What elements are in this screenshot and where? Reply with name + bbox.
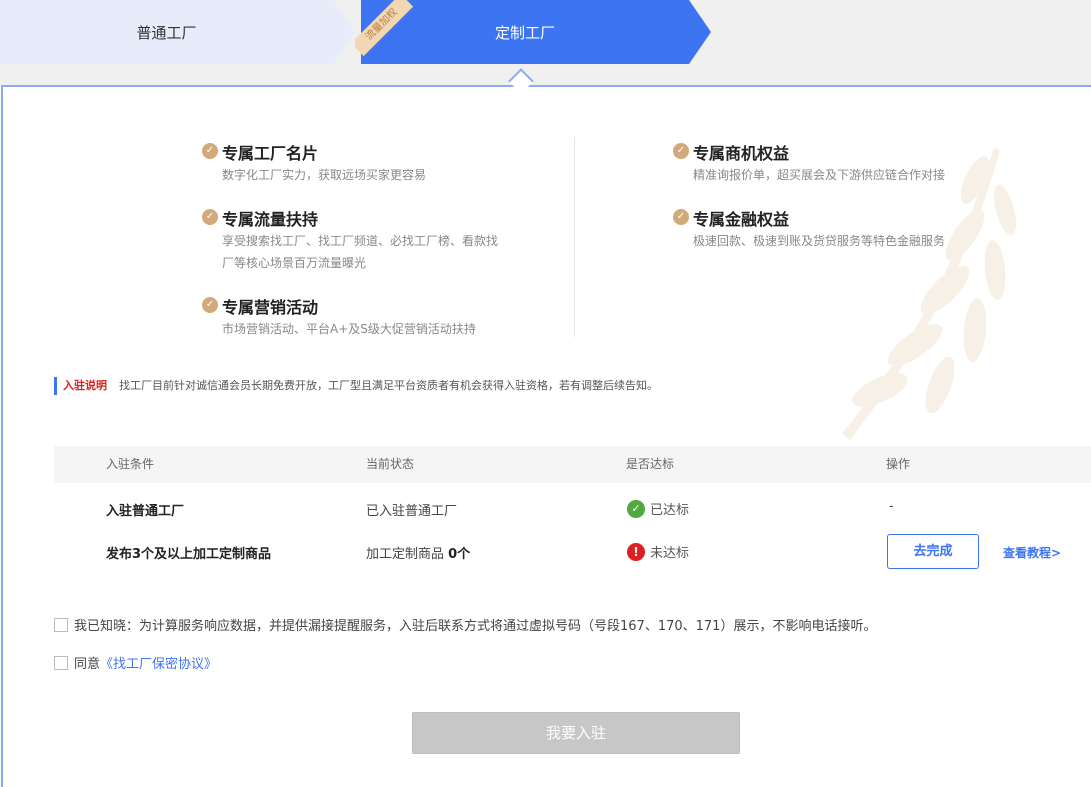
- tab-bar: 普通工厂 定制工厂 流量加权: [0, 0, 1091, 86]
- benefit-desc: 市场营销活动、平台A+及S级大促营销活动扶持: [222, 322, 476, 336]
- view-tutorial-link[interactable]: 查看教程>: [1003, 544, 1061, 561]
- benefit-desc: 数字化工厂实力，获取远场买家更容易: [222, 168, 427, 182]
- tab-normal-factory[interactable]: 普通工厂: [0, 0, 355, 64]
- entry-notice: 入驻说明 找工厂目前针对诚信通会员长期免费开放，工厂型且满足平台资质者有机会获得入…: [54, 377, 658, 395]
- benefit-title: 专属金融权益: [693, 210, 790, 229]
- benefit-desc: 极速回款、极速到账及货贷服务等特色金融服务: [693, 234, 946, 248]
- benefit-desc-line: 厂等核心场景百万流量曝光: [222, 256, 367, 270]
- benefit-title: 专属商机权益: [693, 144, 790, 163]
- confidentiality-agreement-link[interactable]: 《找工厂保密协议》: [100, 653, 217, 672]
- tab-custom-factory-label: 定制工厂: [494, 23, 555, 42]
- join-button[interactable]: 我要入驻: [412, 712, 740, 754]
- go-complete-button[interactable]: 去完成: [887, 534, 979, 569]
- tab-custom-factory[interactable]: 定制工厂: [361, 0, 711, 64]
- column-header-action: 操作: [886, 457, 911, 471]
- laurel-watermark-icon: [842, 148, 1016, 440]
- result-label: 未达标: [650, 546, 690, 561]
- check-icon: ✓: [673, 209, 689, 225]
- check-icon: ✓: [202, 143, 218, 159]
- benefit-desc-line: 享受搜索找工厂、找工厂频道、必找工厂榜、看款找: [222, 234, 499, 248]
- condition-cell: 发布3个及以上加工定制商品: [106, 547, 272, 562]
- status-count: 0个: [448, 547, 471, 562]
- check-icon: ✓: [673, 143, 689, 159]
- benefit-desc: 享受搜索找工厂、找工厂频道、必找工厂榜、看款找 厂等核心场景百万流量曝光: [222, 230, 498, 274]
- benefit-desc: 精准询报价单，超买展会及下游供应链合作对接: [693, 168, 946, 182]
- acknowledge-row: 我已知晓：为计算服务响应数据，并提供漏接提醒服务，入驻后联系方式将通过虚拟号码（…: [54, 615, 876, 634]
- result-cell: ! 未达标: [627, 542, 689, 561]
- condition-cell: 入驻普通工厂: [106, 504, 185, 519]
- benefit-title: 专属营销活动: [222, 298, 319, 317]
- result-label: 已达标: [650, 503, 690, 518]
- status-cell: 加工定制商品 0个: [366, 543, 470, 562]
- check-icon: ✓: [202, 209, 218, 225]
- benefits-divider: [574, 137, 575, 337]
- column-header-status: 当前状态: [366, 457, 415, 471]
- agreement-prefix: 同意: [74, 657, 101, 672]
- benefit-title: 专属工厂名片: [222, 144, 319, 163]
- agreement-row: 同意 《找工厂保密协议》: [54, 653, 217, 672]
- exclamation-circle-icon: !: [627, 542, 645, 561]
- agreement-checkbox[interactable]: [54, 655, 68, 670]
- benefit-title: 专属流量扶持: [222, 210, 319, 229]
- status-prefix: 加工定制商品: [366, 547, 449, 562]
- check-circle-icon: ✓: [627, 499, 645, 518]
- conditions-table-header: 入驻条件 当前状态 是否达标 操作: [54, 446, 1091, 483]
- check-icon: ✓: [202, 297, 218, 313]
- column-header-result: 是否达标: [626, 457, 675, 471]
- action-cell: -: [889, 499, 894, 514]
- tab-normal-factory-label: 普通工厂: [136, 23, 197, 42]
- column-header-condition: 入驻条件: [106, 457, 155, 471]
- acknowledge-checkbox[interactable]: [54, 617, 68, 632]
- entry-notice-label: 入驻说明: [63, 379, 107, 392]
- result-cell: ✓ 已达标: [627, 499, 689, 518]
- entry-notice-text: 找工厂目前针对诚信通会员长期免费开放，工厂型且满足平台资质者有机会获得入驻资格，…: [119, 379, 658, 392]
- status-cell: 已入驻普通工厂: [366, 504, 458, 519]
- acknowledge-text: 我已知晓：为计算服务响应数据，并提供漏接提醒服务，入驻后联系方式将通过虚拟号码（…: [74, 619, 877, 634]
